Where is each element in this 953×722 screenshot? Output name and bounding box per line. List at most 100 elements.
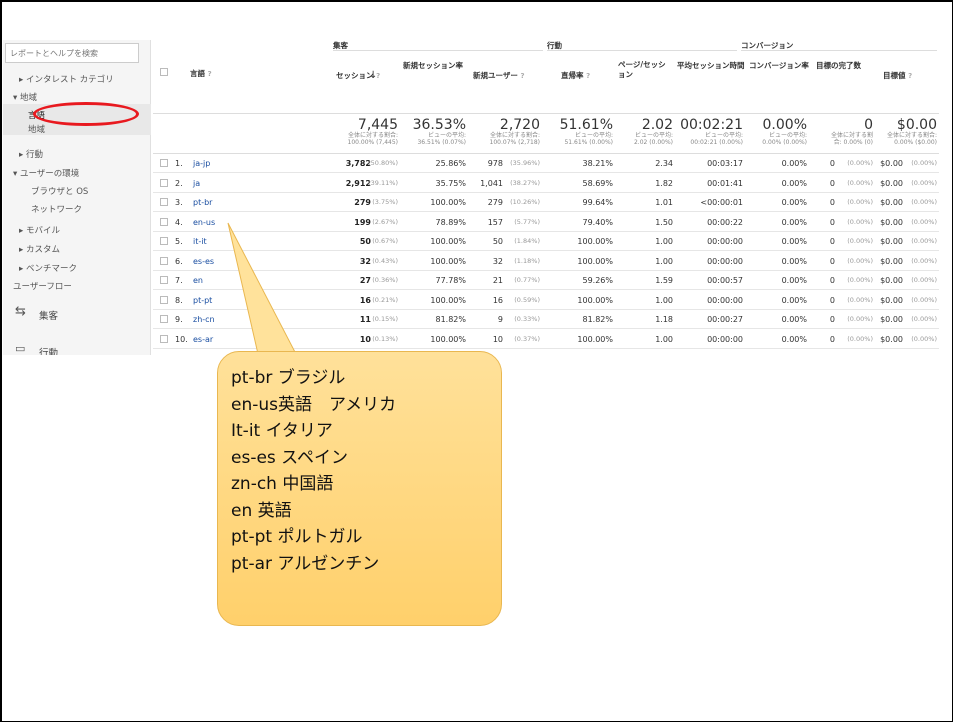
row-number: 4.: [175, 217, 183, 227]
sessions-percent: (0.15%): [372, 315, 398, 323]
conversion-rate-value: 0.00%: [781, 237, 807, 246]
callout-line: pt-br ブラジル: [231, 368, 346, 388]
language-link[interactable]: pt-br: [193, 198, 212, 207]
header-pages-per-session[interactable]: ページ/セッション: [618, 60, 670, 80]
sidebar-item-acquisition[interactable]: 集客: [39, 308, 58, 322]
new-session-rate-value: 100.00%: [430, 334, 466, 344]
header-new-users[interactable]: 新規ユーザー ?: [473, 70, 525, 81]
goal-value-value: $0.00: [880, 315, 903, 324]
goal-completions-percent: (0.00%): [847, 334, 873, 343]
sessions-percent: (0.21%): [372, 295, 398, 304]
search-input[interactable]: [6, 44, 138, 62]
header-new-session-rate[interactable]: 新規セッション率: [403, 60, 463, 71]
language-link[interactable]: pt-pt: [193, 296, 212, 305]
language-link[interactable]: es-ar: [193, 335, 213, 344]
language-link[interactable]: en-us: [193, 218, 215, 227]
row-checkbox[interactable]: [160, 276, 168, 284]
sidebar-item-network[interactable]: ネットワーク: [31, 203, 82, 215]
goal-value-percent: (0.00%): [911, 217, 937, 226]
goal-value-value: $0.00: [880, 295, 903, 305]
sessions-value: 27: [359, 276, 371, 285]
conversion-rate-value: 0.00%: [781, 276, 807, 285]
goal-completions-value: 0: [829, 159, 835, 168]
goal-completions-percent: (0.00%): [847, 198, 873, 206]
header-avg-session-duration[interactable]: 平均セッション時間: [677, 60, 745, 71]
goal-completions-value: 0: [829, 334, 835, 344]
sidebar-item-benchmark[interactable]: ▸ ベンチマーク: [19, 262, 77, 274]
table-row: 6. es-es 32 (0.43%) 100.00% 32 (1.18%) 100.00% 1…: [153, 252, 939, 271]
header-language[interactable]: 言語 ?: [190, 68, 212, 79]
conversion-rate-value: 0.00%: [781, 178, 807, 188]
goal-value-percent: (0.00%): [911, 334, 937, 343]
new-session-rate-value: 100.00%: [430, 256, 466, 266]
goal-value-value: $0.00: [880, 198, 903, 207]
language-link[interactable]: it-it: [193, 237, 207, 246]
conversion-rate-value: 0.00%: [781, 217, 807, 227]
goal-value-value: $0.00: [880, 159, 903, 168]
avg-session-duration-value: 00:00:57: [707, 276, 743, 285]
row-checkbox[interactable]: [160, 198, 168, 206]
goal-value-value: $0.00: [880, 178, 903, 188]
sidebar-item-location[interactable]: 地域: [28, 123, 45, 135]
row-number: 8.: [175, 295, 183, 305]
info-icon: ?: [586, 72, 591, 80]
conversion-rate-value: 0.00%: [781, 295, 807, 305]
sidebar-item-custom[interactable]: ▸ カスタム: [19, 243, 60, 255]
group-header-conversion: コンバージョン: [741, 40, 937, 51]
table-row: 1. ja-jp 3,782 (50.80%) 25.86% 978 (35.96%) 38.…: [153, 154, 939, 173]
goal-completions-percent: (0.00%): [847, 217, 873, 226]
table-row: 2. ja 2,912 (39.11%) 35.75% 1,041 (38.27%) 58.6…: [153, 174, 939, 193]
avg-session-duration-value: 00:00:27: [707, 315, 743, 324]
header-bounce-rate[interactable]: 直帰率 ?: [561, 70, 590, 81]
new-users-value: 279: [487, 198, 503, 207]
header-conversion-rate[interactable]: コンバージョン率: [749, 60, 809, 71]
header-goal-value[interactable]: 目標値 ?: [883, 70, 912, 81]
total-conversion-rate: 0.00% ビューの平均: 0.00% (0.00%): [762, 117, 807, 146]
conversion-rate-value: 0.00%: [781, 159, 807, 168]
total-avg-session-duration: 00:02:21 ビューの平均: 00:02:21 (0.00%): [680, 117, 743, 146]
sidebar: ▸ インタレスト カテゴリ ▾ 地域 言語 地域 ▸ 行動 ▾ ユーザーの環境 …: [3, 40, 151, 355]
new-users-percent: (35.96%): [510, 159, 540, 167]
goal-completions-percent: (0.00%): [847, 159, 873, 167]
sidebar-item-technology[interactable]: ▾ ユーザーの環境: [13, 167, 79, 179]
sidebar-item-behavior-section[interactable]: 行動: [39, 345, 58, 355]
header-goal-completions[interactable]: 目標の完了数: [816, 60, 861, 71]
bounce-rate-value: 38.21%: [582, 159, 613, 168]
sort-desc-icon[interactable]: ↓: [369, 70, 377, 81]
sidebar-item-interest-category[interactable]: ▸ インタレスト カテゴリ: [19, 73, 114, 85]
row-checkbox[interactable]: [160, 315, 168, 323]
language-link[interactable]: ja-jp: [193, 159, 210, 168]
row-checkbox[interactable]: [160, 256, 168, 265]
row-checkbox[interactable]: [160, 178, 168, 187]
sidebar-item-browser-os[interactable]: ブラウザと OS: [31, 185, 88, 197]
row-number: 5.: [175, 237, 183, 246]
bounce-rate-value: 79.40%: [582, 217, 613, 227]
total-bounce-rate: 51.61% ビューの平均: 51.61% (0.00%): [559, 117, 613, 146]
goal-value-percent: (0.00%): [911, 276, 937, 284]
language-link[interactable]: zh-cn: [193, 315, 215, 324]
language-link[interactable]: ja: [193, 179, 200, 188]
bounce-rate-value: 58.69%: [582, 178, 613, 188]
row-checkbox[interactable]: [160, 159, 168, 167]
sidebar-item-geo[interactable]: ▾ 地域: [13, 91, 37, 103]
row-checkbox[interactable]: [160, 217, 168, 226]
goal-completions-value: 0: [829, 178, 835, 188]
search-box[interactable]: [5, 43, 139, 63]
row-checkbox[interactable]: [160, 334, 168, 343]
row-checkbox[interactable]: [160, 237, 168, 245]
language-link[interactable]: es-es: [193, 257, 214, 266]
pages-per-session-value: 1.00: [655, 237, 673, 246]
new-users-value: 1,041: [480, 178, 503, 188]
pages-per-session-value: 2.34: [655, 159, 673, 168]
new-users-value: 978: [487, 159, 503, 168]
sessions-percent: (39.11%): [368, 178, 398, 187]
sessions-percent: (2.67%): [372, 217, 398, 226]
sidebar-item-users-flow[interactable]: ユーザーフロー: [13, 280, 72, 292]
sidebar-item-mobile[interactable]: ▸ モバイル: [19, 224, 60, 236]
select-all-checkbox[interactable]: [160, 68, 168, 76]
language-link[interactable]: en: [193, 276, 203, 285]
callout-line: pt-pt ポルトガル: [231, 527, 363, 547]
sidebar-item-behavior[interactable]: ▸ 行動: [19, 148, 43, 160]
avg-session-duration-value: 00:00:00: [707, 256, 743, 266]
row-checkbox[interactable]: [160, 295, 168, 304]
